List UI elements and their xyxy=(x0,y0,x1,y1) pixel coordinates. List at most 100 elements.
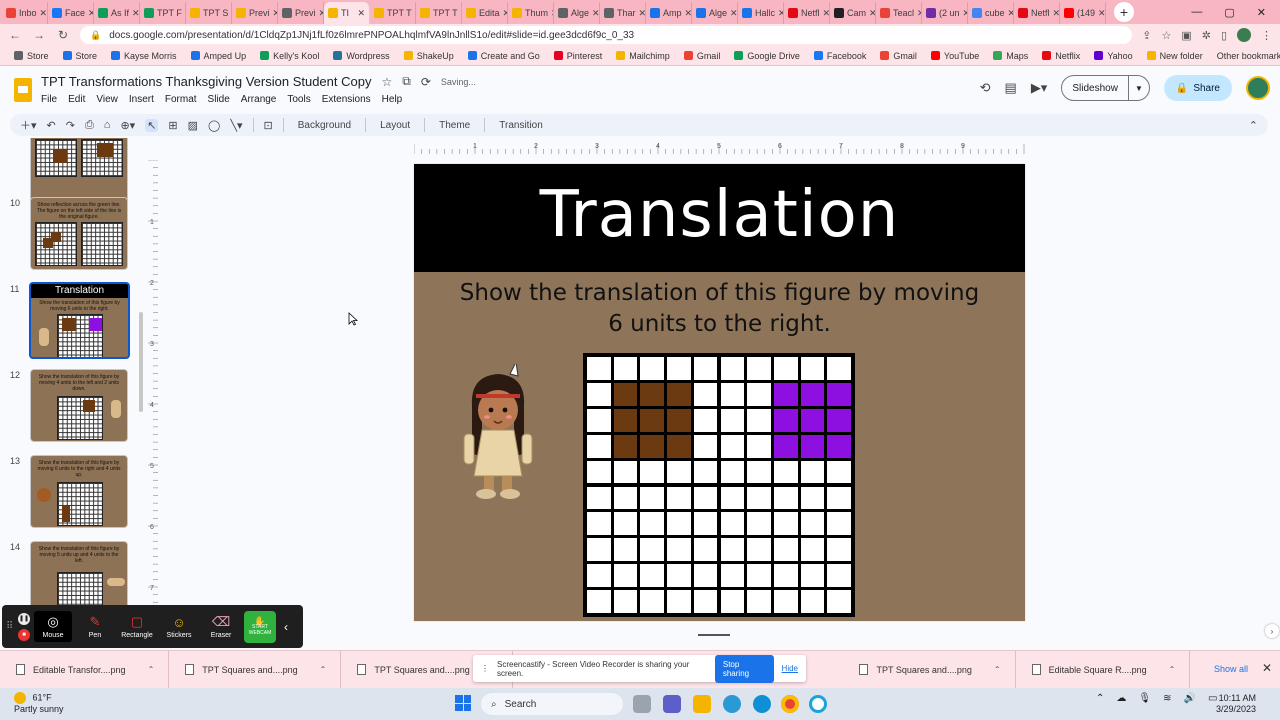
maximize-icon[interactable]: ▢ xyxy=(1224,6,1234,19)
star-icon[interactable]: ☆ xyxy=(381,75,392,89)
taskbar-clock[interactable]: 10:11 AM 3/29/2023 xyxy=(1212,693,1256,715)
menu-help[interactable]: Help xyxy=(382,94,403,105)
stop-sharing-button[interactable]: Stop sharing xyxy=(714,654,774,683)
grid-cell[interactable] xyxy=(747,564,771,588)
browser-tab[interactable]: TPT S✕ xyxy=(186,2,232,24)
grid-cell[interactable] xyxy=(747,408,771,432)
browser-tab[interactable]: Edita✕ xyxy=(462,2,508,24)
image-icon[interactable]: ▨ xyxy=(188,119,198,132)
tab-close-icon[interactable]: ✕ xyxy=(730,8,737,19)
slideshow-label[interactable]: Slideshow xyxy=(1062,83,1128,94)
grid-cell[interactable] xyxy=(747,357,771,380)
grid-cell[interactable] xyxy=(693,564,718,588)
grid-cell[interactable] xyxy=(640,486,665,510)
bookmark-item[interactable]: YouTube xyxy=(930,51,979,61)
grid-cell-original-figure[interactable] xyxy=(667,434,691,458)
grid-cell[interactable] xyxy=(640,590,665,613)
account-avatar[interactable] xyxy=(1246,76,1270,100)
document-title[interactable]: TPT Transformations Thanksgiving Version… xyxy=(41,74,371,89)
grid-cell[interactable] xyxy=(747,590,771,613)
rectangle-tool[interactable]: ▢ Rectangle xyxy=(118,614,156,639)
grid-cell[interactable] xyxy=(827,538,851,562)
grid-cell[interactable] xyxy=(800,512,825,536)
pen-tool[interactable]: ✎ Pen xyxy=(76,614,114,639)
grid-cell[interactable] xyxy=(667,564,691,588)
bookmark-item[interactable]: Yahoo xyxy=(1094,51,1133,61)
grid-cell-original-figure[interactable] xyxy=(613,434,638,458)
grid-cell[interactable] xyxy=(800,486,825,510)
browser-tab[interactable]: Alge ✕ xyxy=(692,2,738,24)
download-item[interactable]: Editable Transfor....png ⌃ xyxy=(0,650,170,689)
slide-instruction[interactable]: Show the translation of this figure by m… xyxy=(434,278,1005,340)
grid-cell[interactable] xyxy=(587,486,611,510)
task-view-icon[interactable] xyxy=(633,695,651,713)
bookmark-item[interactable]: Netflix xyxy=(1042,51,1080,61)
forward-icon[interactable]: → xyxy=(32,28,46,42)
grid-cell[interactable] xyxy=(747,460,771,484)
grid-cell[interactable] xyxy=(720,357,745,380)
grid-cell[interactable] xyxy=(587,460,611,484)
chevron-down-icon[interactable]: ▼ xyxy=(1127,76,1149,100)
grid-cell[interactable] xyxy=(720,408,745,432)
grid-cell[interactable] xyxy=(693,538,718,562)
bookmark-item[interactable]: Store xyxy=(14,51,49,61)
grid-cell[interactable] xyxy=(773,512,798,536)
grid-cell-translated-figure[interactable] xyxy=(773,382,798,406)
bookmark-item[interactable]: New folder xyxy=(1146,51,1203,61)
grid-cell[interactable] xyxy=(693,512,718,536)
stop-record-icon[interactable]: ■ xyxy=(18,628,30,641)
slide-thumbnail-12[interactable]: Show the translation of this figure by m… xyxy=(30,369,128,442)
tab-close-icon[interactable]: ✕ xyxy=(685,8,691,19)
coordinate-grid[interactable] xyxy=(583,353,855,617)
bookmark-item[interactable]: ShakeUp xyxy=(403,51,454,61)
grid-cell[interactable] xyxy=(720,564,745,588)
grid-cell[interactable] xyxy=(693,590,718,613)
comments-icon[interactable]: ▤ xyxy=(1005,80,1017,96)
version-history-icon[interactable]: ⟲ xyxy=(980,80,991,96)
grid-cell[interactable] xyxy=(827,512,851,536)
grid-cell[interactable] xyxy=(827,590,851,613)
browser-tab[interactable]: Amp ✕ xyxy=(646,2,692,24)
grid-cell[interactable] xyxy=(720,382,745,406)
grid-cell[interactable] xyxy=(667,512,691,536)
browser-tab[interactable]: Hallc✕ xyxy=(738,2,784,24)
select-icon[interactable]: ↖ xyxy=(145,118,159,132)
grid-cell[interactable] xyxy=(773,564,798,588)
bookmark-item[interactable]: Kelly's Kool xyxy=(260,51,319,61)
collapse-toolbar-icon[interactable]: ⌃ xyxy=(1249,119,1258,132)
slide-thumbnail-11[interactable]: Translation Show the translation of this… xyxy=(29,282,130,359)
grid-cell[interactable] xyxy=(773,460,798,484)
bookmark-item[interactable]: Maps xyxy=(993,51,1028,61)
grid-cell[interactable] xyxy=(800,538,825,562)
browser-tab[interactable]: TI ✕ xyxy=(324,2,370,24)
browser-tab[interactable]: TPT T✕ xyxy=(416,2,462,24)
tab-close-icon[interactable]: ✕ xyxy=(132,8,139,19)
grid-cell[interactable] xyxy=(720,512,745,536)
bookmark-item[interactable]: Pinterest xyxy=(553,51,602,61)
grid-cell[interactable] xyxy=(773,357,798,380)
grid-cell[interactable] xyxy=(587,564,611,588)
grid-cell[interactable] xyxy=(747,538,771,562)
cloud-icon[interactable]: ☁ xyxy=(1116,693,1126,704)
new-tab-button[interactable]: + xyxy=(1114,2,1134,22)
text-box-icon[interactable]: ⊞ xyxy=(168,119,177,132)
menu-view[interactable]: View xyxy=(96,94,118,105)
slide-canvas[interactable]: Translation Show the translation of this… xyxy=(414,164,1025,621)
grid-cell[interactable] xyxy=(613,590,638,613)
download-item[interactable]: TPT Squares and....png ⌃ xyxy=(843,650,1016,689)
grid-cell[interactable] xyxy=(587,382,611,406)
grid-cell[interactable] xyxy=(667,486,691,510)
grid-cell[interactable] xyxy=(720,460,745,484)
chrome-icon[interactable] xyxy=(781,695,799,713)
bookmark-item[interactable]: Facebook xyxy=(813,51,866,61)
share-page-icon[interactable]: ⇪ xyxy=(1142,29,1151,42)
grid-cell[interactable] xyxy=(613,538,638,562)
bookmark-item[interactable]: Kayse Morris xyxy=(111,51,177,61)
grid-cell[interactable] xyxy=(667,357,691,380)
slide-title[interactable]: Translation xyxy=(414,178,1025,252)
extension-icon[interactable]: ▣ xyxy=(1181,29,1191,42)
grid-cell-original-figure[interactable] xyxy=(667,408,691,432)
wifi-icon[interactable]: ≋ xyxy=(1163,693,1171,704)
mouse-tool[interactable]: ◎ Mouse xyxy=(34,611,72,642)
transition-button[interactable]: Transition xyxy=(495,120,547,131)
